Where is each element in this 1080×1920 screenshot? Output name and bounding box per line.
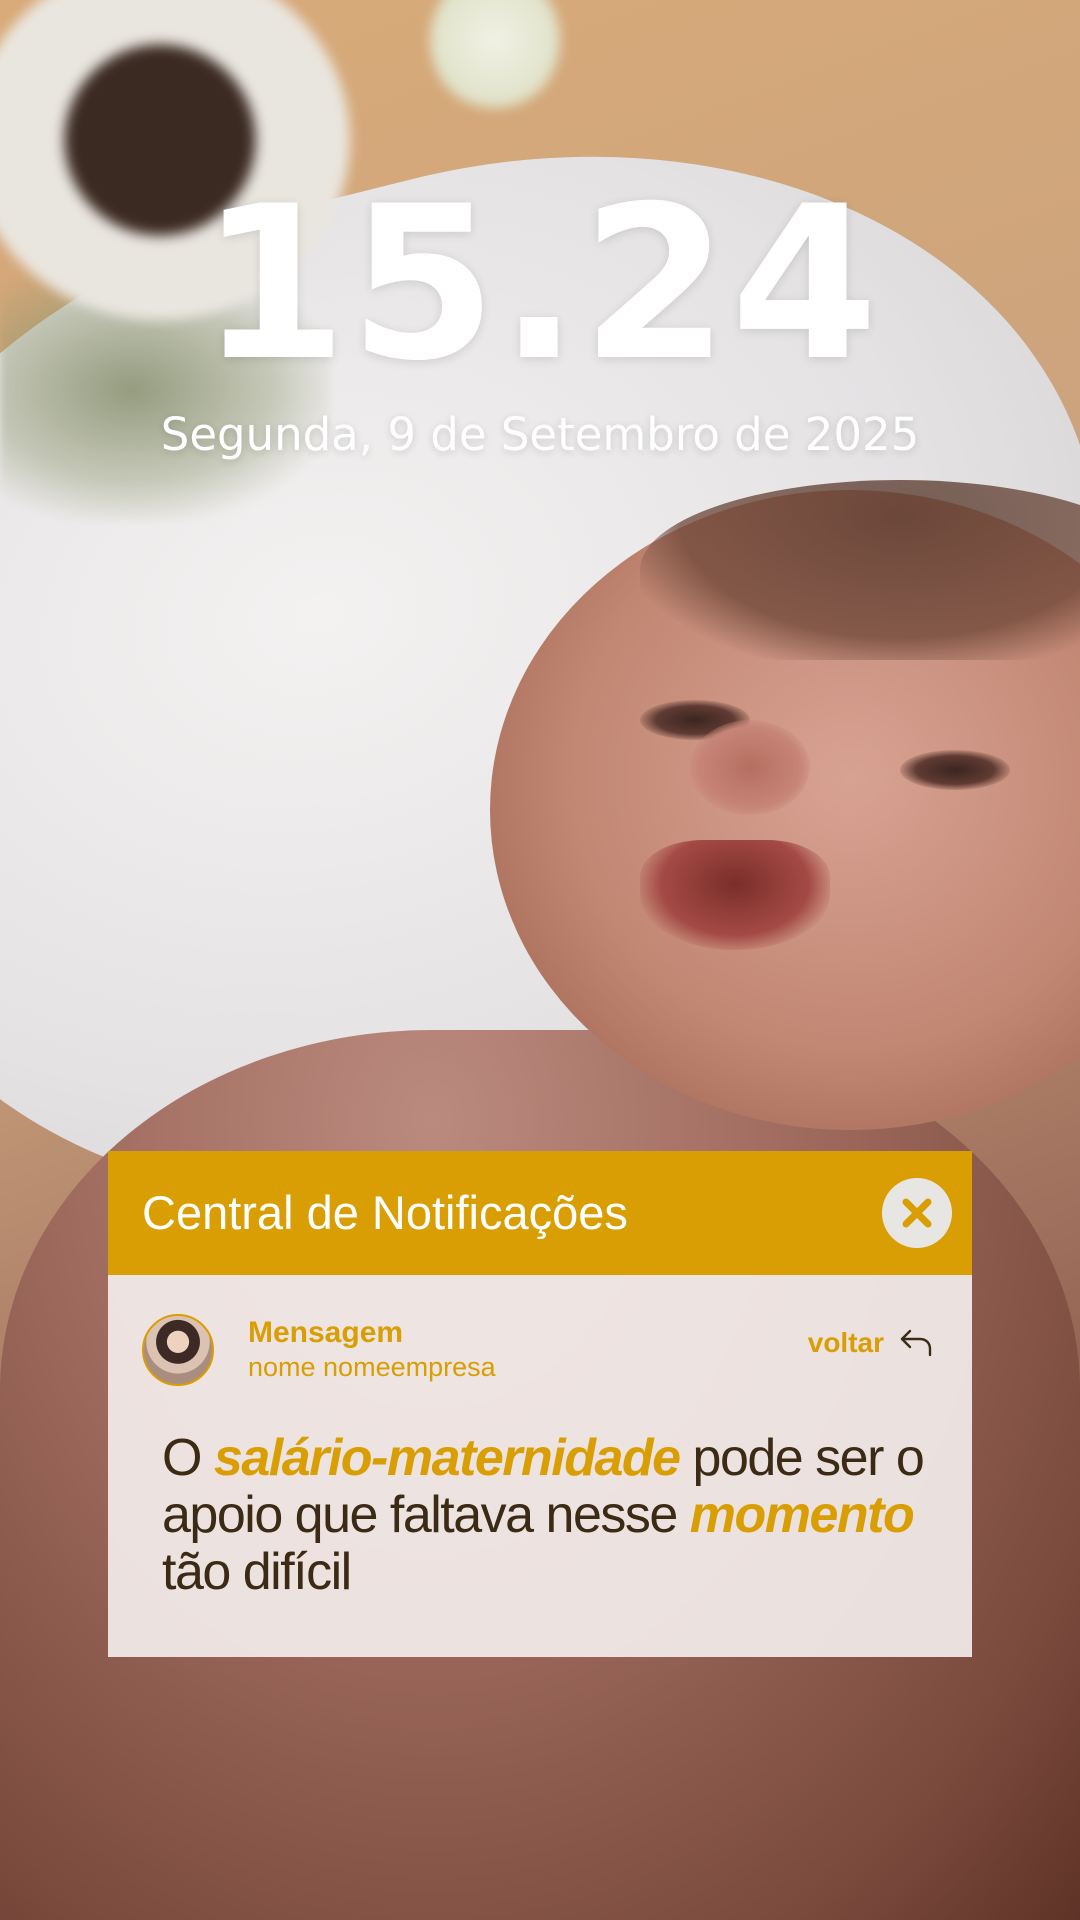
notification-message: O salário-maternidade pode ser o apoio q… (162, 1430, 942, 1601)
message-text: tão difícil (162, 1543, 352, 1601)
notification-center-header: Central de Notificações (108, 1151, 972, 1275)
avatar (142, 1314, 214, 1386)
notification-center-card: Central de Notificações Mensagem nome no… (108, 1151, 972, 1657)
message-text: O (162, 1429, 214, 1487)
close-icon (902, 1198, 932, 1228)
reply-arrow-icon (900, 1329, 932, 1357)
notification-sender: Mensagem (248, 1316, 404, 1349)
notification-center-title: Central de Notificações (142, 1186, 628, 1239)
back-label: voltar (807, 1327, 884, 1358)
notification-item[interactable]: Mensagem nome nomeempresa voltar O salár… (108, 1275, 972, 1657)
wallpaper-baby-mouth (640, 840, 830, 950)
back-button[interactable]: voltar (808, 1327, 934, 1359)
wallpaper-flower-small (430, 0, 560, 110)
message-highlight: salário-maternidade (213, 1429, 681, 1487)
lock-screen-time: 15.24 (199, 160, 881, 407)
lock-screen-date: Segunda, 9 de Setembro de 2025 (160, 408, 920, 461)
notification-sender-subtitle: nome nomeempresa (248, 1352, 496, 1382)
wallpaper-baby-nose (690, 720, 810, 815)
wallpaper-baby-eye (900, 750, 1010, 790)
message-highlight: momento (689, 1486, 915, 1544)
close-button[interactable] (882, 1178, 952, 1248)
